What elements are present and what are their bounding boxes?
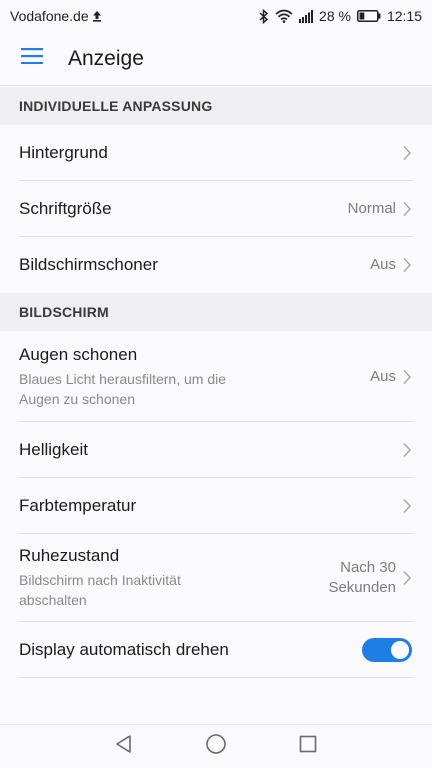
nav-home-button[interactable] (204, 733, 228, 760)
subtitle-line: Blaues Licht herausfiltern, um die (19, 370, 226, 387)
status-right: 28 % 12:15 (259, 8, 422, 24)
battery-percent: 28 % (319, 8, 351, 24)
nav-recent-button[interactable] (296, 735, 320, 759)
setting-value: Aus (370, 367, 396, 385)
setting-value: Normal (347, 200, 396, 217)
subtitle-line: Bildschirm nach Inaktivität (19, 572, 181, 588)
subtitle-line: abschalten (19, 592, 87, 608)
value-line: Nach 30 (340, 559, 396, 576)
setting-title: Augen schonen (19, 344, 138, 364)
auto-rotate-toggle[interactable] (362, 638, 412, 662)
page-title: Anzeige (68, 46, 144, 70)
chevron-right-icon (402, 257, 412, 273)
setting-row-auto-rotate: Display automatisch drehen (0, 622, 432, 678)
carrier-name: Vodafone.de (10, 8, 89, 24)
settings-list: INDIVIDUELLE ANPASSUNG Hintergrund Schri… (0, 87, 432, 678)
chevron-right-icon (402, 369, 412, 385)
section-header-customize: INDIVIDUELLE ANPASSUNG (0, 87, 432, 125)
section-header-screen: BILDSCHIRM (0, 293, 432, 331)
setting-title: Farbtemperatur (19, 496, 137, 515)
divider (19, 677, 413, 678)
setting-subtitle: Blaues Licht herausfiltern, um die Augen… (19, 369, 226, 409)
home-circle-icon (205, 733, 227, 760)
battery-icon (356, 10, 381, 22)
setting-title: Ruhezustand (19, 546, 120, 565)
chevron-right-icon (402, 498, 412, 514)
bluetooth-icon (259, 8, 269, 24)
setting-row-eye-comfort[interactable]: Augen schonen Blaues Licht herausfiltern… (0, 331, 432, 422)
status-bar: Vodafone.de 28 % 12:15 (0, 0, 432, 32)
recent-square-icon (299, 735, 317, 758)
setting-row-sleep[interactable]: Ruhezustand Bildschirm nach Inaktivität … (0, 534, 432, 622)
chevron-right-icon (402, 201, 412, 217)
signal-icon (299, 9, 314, 23)
setting-title: Hintergrund (19, 143, 108, 162)
setting-row-font-size[interactable]: Schriftgröße Normal (0, 181, 432, 237)
chevron-right-icon (402, 570, 412, 586)
chevron-right-icon (402, 145, 412, 161)
menu-button[interactable] (0, 32, 68, 86)
setting-row-background[interactable]: Hintergrund (0, 125, 432, 181)
navigation-bar (0, 724, 432, 768)
setting-subtitle: Bildschirm nach Inaktivität abschalten (19, 570, 181, 610)
setting-title: Display automatisch drehen (19, 640, 229, 659)
value-line: Sekunden (328, 579, 396, 596)
setting-row-color-temperature[interactable]: Farbtemperatur (0, 478, 432, 534)
nav-back-button[interactable] (112, 735, 136, 759)
wifi-icon (275, 9, 293, 23)
app-bar: Anzeige (0, 32, 432, 86)
clock: 12:15 (386, 8, 422, 24)
toggle-knob (391, 641, 409, 659)
setting-row-brightness[interactable]: Helligkeit (0, 422, 432, 478)
setting-value: Aus (370, 256, 396, 273)
back-triangle-icon (114, 734, 134, 759)
chevron-right-icon (402, 442, 412, 458)
subtitle-line: Augen zu schonen (19, 390, 135, 407)
setting-value: Nach 30 Sekunden (328, 558, 396, 598)
setting-title: Bildschirmschoner (19, 255, 158, 274)
hamburger-menu-icon (21, 48, 43, 69)
setting-title: Helligkeit (19, 440, 88, 459)
status-left: Vodafone.de (10, 8, 102, 24)
setting-row-screensaver[interactable]: Bildschirmschoner Aus (0, 237, 432, 293)
upload-icon (92, 10, 102, 22)
setting-title: Schriftgröße (19, 199, 112, 218)
